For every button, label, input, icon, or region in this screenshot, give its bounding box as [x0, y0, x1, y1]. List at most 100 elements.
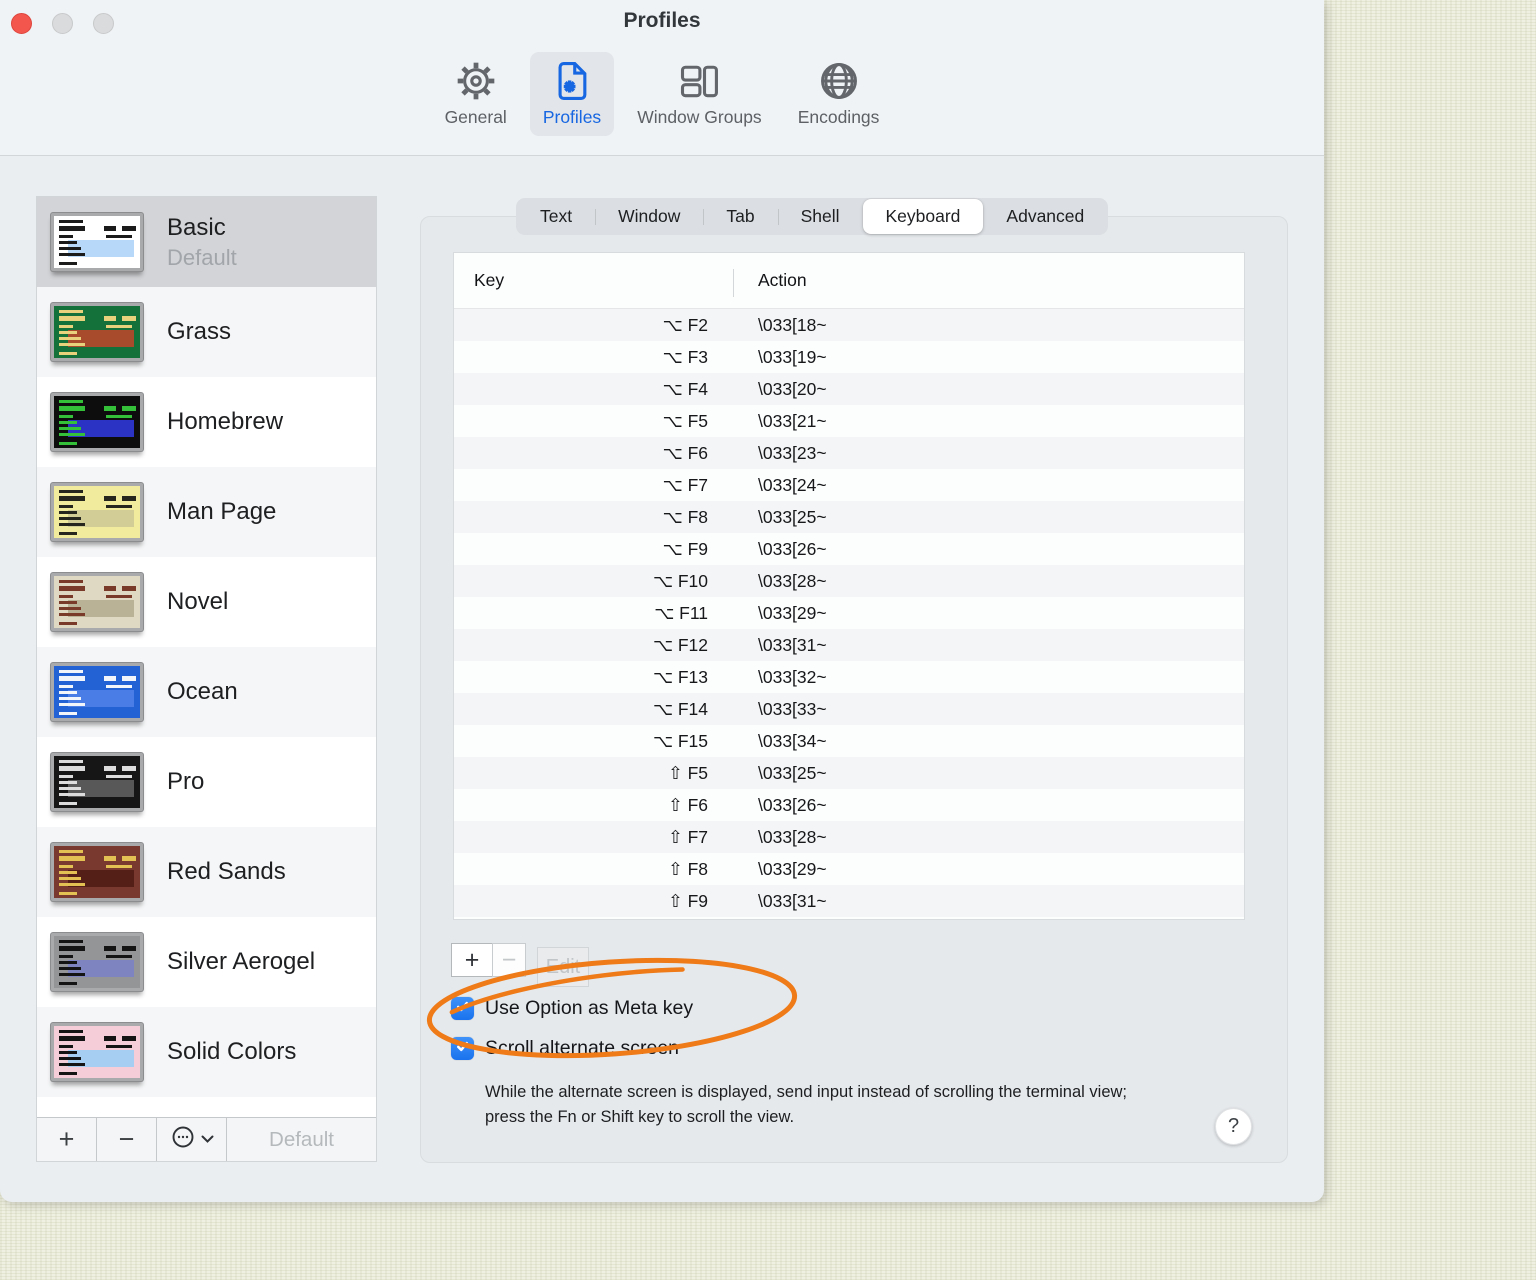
remove-binding-button[interactable]: − — [492, 943, 526, 977]
table-row[interactable]: ⌥ F13 \033[32~ — [454, 661, 1244, 693]
table-row[interactable]: ⇧ F7 \033[28~ — [454, 821, 1244, 853]
table-row[interactable]: ⇧ F5 \033[25~ — [454, 757, 1244, 789]
table-row[interactable]: ⌥ F3 \033[19~ — [454, 341, 1244, 373]
profile-thumbnail — [51, 303, 143, 361]
toolbar-item-label: Encodings — [797, 107, 880, 127]
sidebar-profile-item[interactable]: Homebrew — [37, 377, 376, 467]
action-cell: \033[18~ — [758, 314, 827, 335]
sidebar-profile-item[interactable]: Basic Default — [37, 197, 376, 287]
column-header-action[interactable]: Action — [734, 270, 807, 291]
table-row[interactable]: ⇧ F8 \033[29~ — [454, 853, 1244, 885]
remove-profile-button[interactable]: − — [97, 1118, 157, 1161]
profile-thumbnail — [51, 483, 143, 541]
table-row[interactable]: ⌥ F7 \033[24~ — [454, 469, 1244, 501]
settings-tab[interactable]: Keyboard — [862, 199, 984, 234]
help-button[interactable]: ? — [1215, 1108, 1252, 1145]
action-cell: \033[31~ — [758, 634, 827, 655]
add-binding-button[interactable]: + — [451, 943, 493, 977]
table-row[interactable]: ⌥ F14 \033[33~ — [454, 693, 1244, 725]
action-cell: \033[26~ — [758, 538, 827, 559]
table-row[interactable]: ⌥ F10 \033[28~ — [454, 565, 1244, 597]
action-cell: \033[29~ — [758, 602, 827, 623]
action-cell: \033[19~ — [758, 346, 827, 367]
profile-label: Novel — [167, 588, 228, 616]
scroll-alternate-row: Scroll alternate screen — [451, 1037, 679, 1060]
sidebar-profile-item[interactable]: Man Page — [37, 467, 376, 557]
ellipsis-circle-icon — [170, 1124, 196, 1155]
sidebar-profile-item[interactable]: Ocean — [37, 647, 376, 737]
toolbar: General Profiles Window Groups Encodings — [0, 52, 1324, 136]
sidebar-profile-item[interactable]: Silver Aerogel — [37, 917, 376, 1007]
use-option-as-meta-checkbox[interactable] — [451, 997, 474, 1020]
profile-label: Basic Default — [167, 214, 237, 271]
scroll-alternate-screen-checkbox[interactable] — [451, 1037, 474, 1060]
toolbar-item-label: General — [444, 107, 507, 127]
profile-name: Solid Colors — [167, 1038, 297, 1065]
settings-tab[interactable]: Window — [595, 199, 703, 234]
table-row[interactable]: ⌥ F6 \033[23~ — [454, 437, 1244, 469]
settings-tab[interactable]: Text — [517, 199, 595, 234]
table-header: Key Action — [454, 253, 1244, 309]
action-cell: \033[26~ — [758, 794, 827, 815]
profile-name: Man Page — [167, 498, 277, 525]
toolbar-item-window-groups[interactable]: Window Groups — [624, 52, 775, 136]
more-options-button[interactable] — [157, 1118, 227, 1161]
sidebar-profile-item[interactable]: Pro — [37, 737, 376, 827]
key-cell: ⌥ F12 — [652, 634, 708, 655]
table-row[interactable]: ⌥ F9 \033[26~ — [454, 533, 1244, 565]
sidebar-profile-item[interactable]: Novel — [37, 557, 376, 647]
action-cell: \033[21~ — [758, 410, 827, 431]
toolbar-item-label: Profiles — [542, 107, 602, 127]
profile-name: Grass — [167, 318, 232, 345]
key-cell: ⌥ F10 — [652, 570, 708, 591]
checkbox-label[interactable]: Use Option as Meta key — [485, 997, 693, 1020]
table-row[interactable]: ⇧ F9 \033[31~ — [454, 885, 1244, 917]
profile-list: Basic Default Grass Homebrew Man Page No… — [37, 197, 376, 1119]
profile-thumbnail — [51, 753, 143, 811]
key-cell: ⌥ F11 — [654, 602, 708, 623]
profile-name: Novel — [167, 588, 229, 615]
toolbar-item-encodings[interactable]: Encodings — [785, 52, 893, 136]
checkmark-icon — [455, 999, 470, 1019]
profile-name: Ocean — [167, 678, 238, 705]
titlebar-toolbar: Profiles General Profiles Window Groups … — [0, 0, 1324, 156]
action-cell: \033[25~ — [758, 762, 827, 783]
default-button[interactable]: Default — [227, 1118, 376, 1161]
table-row[interactable]: ⌥ F2 \033[18~ — [454, 309, 1244, 341]
sidebar-footer: + − Default — [37, 1117, 376, 1161]
table-row[interactable]: ⇧ F6 \033[26~ — [454, 789, 1244, 821]
table-row[interactable]: ⌥ F15 \033[34~ — [454, 725, 1244, 757]
settings-tab[interactable]: Advanced — [983, 199, 1107, 234]
document-gear-icon — [550, 59, 594, 103]
action-cell: \033[20~ — [758, 378, 827, 399]
profile-thumbnail — [51, 933, 143, 991]
toolbar-item-general[interactable]: General — [432, 52, 520, 136]
table-row[interactable]: ⌥ F8 \033[25~ — [454, 501, 1244, 533]
profile-name: Red Sands — [167, 858, 286, 885]
sidebar-profile-item[interactable]: Red Sands — [37, 827, 376, 917]
profile-label: Ocean — [167, 678, 238, 706]
toolbar-item-profiles[interactable]: Profiles — [529, 52, 615, 136]
profiles-sidebar: Basic Default Grass Homebrew Man Page No… — [36, 196, 377, 1162]
key-cell: ⌥ F13 — [652, 666, 708, 687]
sidebar-profile-item[interactable]: Grass — [37, 287, 376, 377]
profile-name: Pro — [167, 768, 205, 795]
checkbox-label[interactable]: Scroll alternate screen — [485, 1037, 679, 1060]
settings-tab-bar: Text Window Tab Shell Keyboard Advanced — [516, 198, 1109, 235]
edit-binding-button[interactable]: Edit — [537, 947, 589, 987]
sidebar-profile-item[interactable]: Solid Colors — [37, 1007, 376, 1097]
table-row[interactable]: ⌥ F5 \033[21~ — [454, 405, 1244, 437]
table-row[interactable]: ⌥ F11 \033[29~ — [454, 597, 1244, 629]
table-row[interactable]: ⌥ F4 \033[20~ — [454, 373, 1244, 405]
key-cell: ⌥ F6 — [662, 442, 708, 463]
settings-tab[interactable]: Shell — [777, 199, 863, 234]
profile-thumbnail — [51, 213, 143, 271]
key-cell: ⌥ F7 — [662, 474, 708, 495]
option-as-meta-row: Use Option as Meta key — [451, 997, 693, 1020]
action-cell: \033[29~ — [758, 858, 827, 879]
settings-tab[interactable]: Tab — [703, 199, 777, 234]
column-header-key[interactable]: Key — [454, 269, 734, 297]
action-cell: \033[32~ — [758, 666, 827, 687]
table-row[interactable]: ⌥ F12 \033[31~ — [454, 629, 1244, 661]
add-profile-button[interactable]: + — [37, 1118, 97, 1161]
